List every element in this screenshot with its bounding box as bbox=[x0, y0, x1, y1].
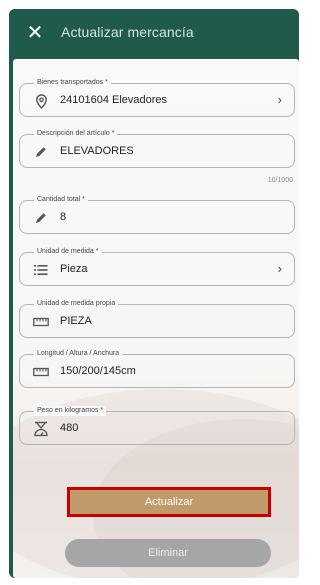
form-sheet: Bienes transportados * 24101604 Elevador… bbox=[13, 59, 299, 578]
cantidad-total-input[interactable]: Cantidad total * 8 bbox=[19, 195, 295, 234]
app-frame: ✕ Actualizar mercancía Bienes transporta… bbox=[9, 9, 299, 578]
field-label: Unidad de medida * bbox=[34, 247, 102, 257]
delete-button[interactable]: Eliminar bbox=[65, 539, 271, 567]
field-value: 8 bbox=[60, 211, 67, 223]
field-value: PIEZA bbox=[60, 315, 92, 327]
descripcion-input[interactable]: Descripción del artículo * ELEVADORES bbox=[19, 129, 295, 168]
page-title: Actualizar mercancía bbox=[61, 24, 194, 40]
close-icon[interactable]: ✕ bbox=[15, 9, 55, 55]
ruler-icon bbox=[32, 363, 50, 381]
peso-input[interactable]: Peso en kilogramos * 480 bbox=[19, 406, 295, 445]
update-button[interactable]: Actualizar bbox=[67, 487, 271, 517]
location-pin-icon bbox=[32, 92, 50, 110]
pencil-icon bbox=[32, 209, 50, 227]
unidad-medida-propia-input[interactable]: Unidad de medida propia PIEZA bbox=[19, 299, 295, 338]
field-label: Peso en kilogramos * bbox=[34, 406, 107, 416]
ruler-icon bbox=[32, 313, 50, 331]
field-value: 480 bbox=[60, 422, 79, 434]
unidad-medida-select[interactable]: Unidad de medida * Pieza › bbox=[19, 247, 295, 286]
field-value: 150/200/145cm bbox=[60, 365, 136, 377]
chevron-right-icon: › bbox=[277, 92, 282, 107]
char-counter: 10/1000 bbox=[267, 177, 293, 184]
list-icon bbox=[32, 261, 50, 279]
field-label: Unidad de medida propia bbox=[34, 299, 119, 309]
app-header: ✕ Actualizar mercancía bbox=[9, 9, 299, 55]
bienes-transportados-select[interactable]: Bienes transportados * 24101604 Elevador… bbox=[19, 78, 295, 117]
dimensiones-input[interactable]: Longitud / Altura / Anchura 150/200/145c… bbox=[19, 349, 295, 388]
field-label: Longitud / Altura / Anchura bbox=[34, 349, 123, 359]
field-value: Pieza bbox=[60, 263, 88, 275]
field-value: 24101604 Elevadores bbox=[60, 94, 168, 106]
field-value: ELEVADORES bbox=[60, 145, 134, 157]
field-label: Cantidad total * bbox=[34, 195, 88, 205]
pencil-icon bbox=[32, 143, 50, 161]
weight-scale-icon bbox=[32, 420, 50, 438]
field-label: Bienes transportados * bbox=[34, 78, 111, 88]
field-label: Descripción del artículo * bbox=[34, 129, 118, 139]
chevron-right-icon: › bbox=[277, 261, 282, 276]
